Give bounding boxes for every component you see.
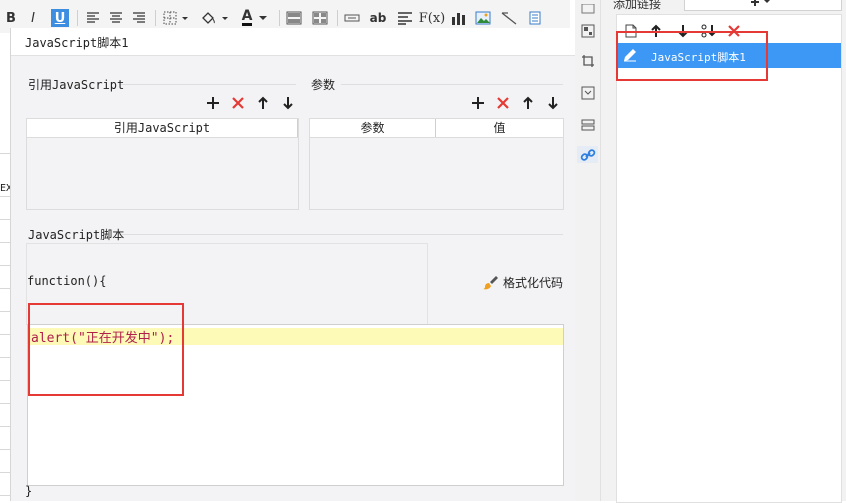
side-tool-strip xyxy=(575,0,601,501)
text-field-icon[interactable] xyxy=(343,9,361,27)
params-section-label: 参数 xyxy=(311,78,336,92)
merge-cells-icon[interactable] xyxy=(285,9,303,27)
param-column-header[interactable]: 参数 xyxy=(310,119,436,137)
fill-color-icon[interactable] xyxy=(200,9,230,27)
text-abbr-button[interactable]: ab xyxy=(368,9,388,27)
split-cells-icon[interactable] xyxy=(311,9,329,27)
align-left-icon[interactable] xyxy=(84,9,102,27)
image-icon[interactable] xyxy=(474,9,492,27)
annotation-highlight-box xyxy=(28,303,184,396)
layout-icon[interactable] xyxy=(579,116,596,133)
diagonal-line-icon[interactable] xyxy=(500,9,518,27)
section-divider xyxy=(121,234,563,235)
bold-button[interactable]: B xyxy=(4,9,18,27)
script-section-label: JavaScript脚本 xyxy=(28,228,125,242)
grid-line xyxy=(0,242,10,243)
move-import-down-button[interactable] xyxy=(279,94,297,112)
plus-icon xyxy=(472,97,484,109)
format-code-button[interactable]: 格式化代码 xyxy=(483,274,563,291)
params-table-header: 参数 值 xyxy=(310,119,563,138)
function-header: function(){ xyxy=(27,274,107,288)
section-divider xyxy=(341,84,563,85)
imports-column-header[interactable]: 引用JavaScript xyxy=(27,119,298,137)
align-center-icon[interactable] xyxy=(107,9,125,27)
grid-line xyxy=(0,334,10,335)
delete-param-button[interactable] xyxy=(494,94,512,112)
formula-button[interactable]: F(x) xyxy=(419,9,446,27)
imports-table[interactable]: 引用JavaScript xyxy=(26,118,299,210)
add-param-button[interactable] xyxy=(469,94,487,112)
imports-table-header: 引用JavaScript xyxy=(27,119,298,138)
grid-line xyxy=(0,153,10,154)
hyperlink-icon[interactable] xyxy=(577,146,598,163)
crop-icon[interactable] xyxy=(579,52,596,69)
params-table[interactable]: 参数 值 xyxy=(309,118,564,210)
grid-line xyxy=(0,449,10,450)
grid-line xyxy=(0,380,10,381)
move-param-down-button[interactable] xyxy=(544,94,562,112)
closing-brace: } xyxy=(25,484,33,498)
plus-icon xyxy=(207,97,219,109)
brush-icon xyxy=(483,275,498,289)
grid-line xyxy=(0,311,10,312)
arrow-up-icon xyxy=(258,96,268,109)
cell-attr-icon[interactable] xyxy=(579,0,596,17)
grid-line xyxy=(0,219,10,220)
spreadsheet-grid-fragment: EX xyxy=(0,33,12,501)
imports-section-label: 引用JavaScript xyxy=(28,78,125,92)
align-right-icon[interactable] xyxy=(130,9,148,27)
format-code-label: 格式化代码 xyxy=(503,276,564,290)
panel-title: 添加链接 xyxy=(613,0,662,11)
plus-dropdown-icon xyxy=(751,0,770,6)
arrow-down-icon xyxy=(283,97,293,110)
grid-line xyxy=(0,288,10,289)
section-divider xyxy=(121,84,296,85)
grid-line xyxy=(0,403,10,404)
bar-chart-icon[interactable] xyxy=(450,9,468,27)
widget-icon[interactable] xyxy=(526,9,544,27)
paragraph-icon[interactable] xyxy=(396,9,414,27)
add-import-button[interactable] xyxy=(204,94,222,112)
arrow-up-icon xyxy=(523,96,533,109)
border-icon[interactable] xyxy=(162,9,190,27)
dialog-title-bar: JavaScript脚本1 xyxy=(11,28,576,56)
frame-icon[interactable] xyxy=(579,84,596,101)
grid-line xyxy=(0,426,10,427)
grid-line xyxy=(0,196,10,197)
dialog-title: JavaScript脚本1 xyxy=(25,36,129,50)
move-param-up-button[interactable] xyxy=(519,94,537,112)
italic-button[interactable]: I xyxy=(26,9,40,27)
delete-import-button[interactable] xyxy=(229,94,247,112)
grid-settings-icon[interactable] xyxy=(579,22,596,39)
move-import-up-button[interactable] xyxy=(254,94,272,112)
delete-x-icon xyxy=(497,97,509,109)
delete-x-icon xyxy=(232,97,244,109)
grid-line xyxy=(0,472,10,473)
add-link-dropdown[interactable] xyxy=(684,0,842,11)
underline-button[interactable]: U xyxy=(51,9,69,27)
grid-line xyxy=(0,265,10,266)
value-column-header[interactable]: 值 xyxy=(436,119,563,137)
javascript-dialog: JavaScript脚本1 引用JavaScript 引用JavaScript … xyxy=(10,28,576,501)
grid-line xyxy=(0,357,10,358)
annotation-highlight-box xyxy=(616,31,768,81)
link-list[interactable]: JavaScript脚本1 xyxy=(616,14,842,503)
font-color-icon[interactable]: A xyxy=(238,9,272,27)
font-color-letter: A xyxy=(241,8,253,26)
grid-line xyxy=(0,495,10,496)
arrow-down-icon xyxy=(548,97,558,110)
